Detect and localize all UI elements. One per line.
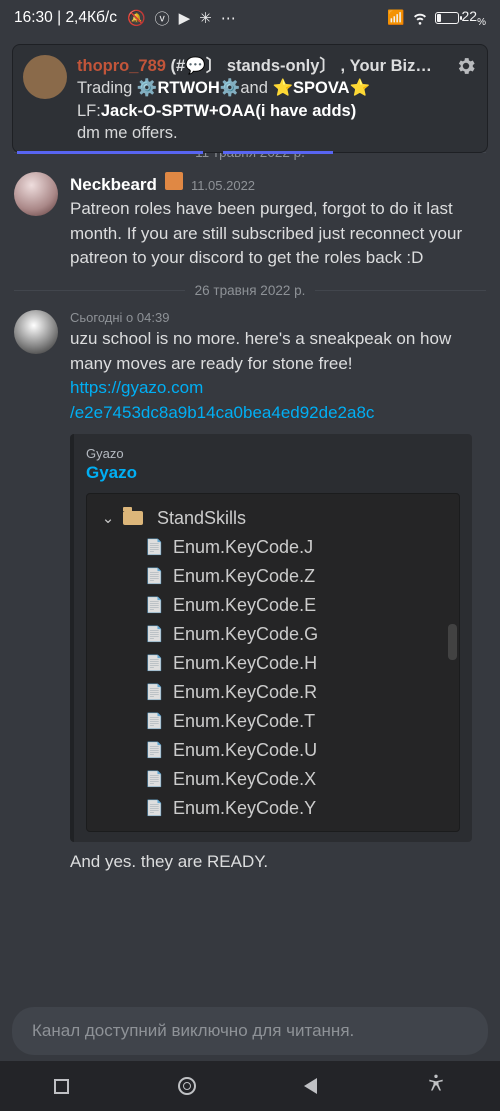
tree-item-label: Enum.KeyCode.G (173, 624, 318, 645)
nav-accessibility-button[interactable] (426, 1073, 446, 1099)
script-icon: 📄 (145, 625, 165, 643)
avatar[interactable] (23, 55, 67, 99)
status-time: 16:30 | 2,4Кб/с (14, 9, 117, 27)
message-link[interactable]: https://gyazo.com/e2e7453dc8a9b14ca0bea4… (70, 376, 486, 425)
date-divider: 26 травня 2022 р. (14, 283, 486, 298)
scrollbar-thumb (448, 624, 457, 660)
battery-indicator: 22% (435, 8, 486, 28)
star-icon: ✳ (199, 9, 212, 27)
signal-icon: 📶 (387, 9, 404, 26)
quoted-message-card[interactable]: thopro_789 (#💬〕 stands-only〕 , Your Biz…… (12, 44, 488, 153)
message-timestamp: Сьогодні о 04:39 (70, 310, 169, 325)
embed-card[interactable]: Gyazo Gyazo ⌄ StandSkills 📄 Enum.KeyCode.… (70, 434, 472, 842)
tree-item-row: 📄 Enum.KeyCode.H (95, 649, 451, 678)
gear-icon[interactable] (455, 55, 477, 144)
quoted-line4: dm me offers. (77, 122, 445, 144)
script-icon: 📄 (145, 596, 165, 614)
folder-icon (123, 511, 143, 525)
tree-item-label: Enum.KeyCode.H (173, 653, 317, 674)
message[interactable]: Neckbeard 11.05.2022 Patreon roles have … (0, 164, 500, 275)
message-text: And yes. they are READY. (70, 850, 486, 875)
quoted-channels: (#💬〕 stands-only〕 , Your Biz… (171, 57, 432, 75)
tree-item-label: Enum.KeyCode.Y (173, 798, 316, 819)
tree-item-row: 📄 Enum.KeyCode.Y (95, 794, 451, 823)
nav-home-button[interactable] (178, 1077, 196, 1095)
system-navbar (0, 1061, 500, 1111)
tree-item-row: 📄 Enum.KeyCode.E (95, 591, 451, 620)
tree-item-row: 📄 Enum.KeyCode.Z (95, 562, 451, 591)
script-icon: 📄 (145, 683, 165, 701)
tree-item-row: 📄 Enum.KeyCode.T (95, 707, 451, 736)
bell-off-icon: 🔕 (127, 9, 146, 27)
chevron-down-icon: ⌄ (101, 509, 115, 527)
message-text: Patreon roles have been purged, forgot t… (70, 197, 486, 271)
input-placeholder: Канал доступний виключно для читання. (32, 1021, 354, 1041)
tree-item-row: 📄 Enum.KeyCode.R (95, 678, 451, 707)
avatar[interactable] (14, 310, 58, 354)
tree-item-label: Enum.KeyCode.J (173, 537, 313, 558)
tree-item-label: Enum.KeyCode.X (173, 769, 316, 790)
tree-item-label: Enum.KeyCode.T (173, 711, 315, 732)
script-icon: 📄 (145, 538, 165, 556)
embed-image[interactable]: ⌄ StandSkills 📄 Enum.KeyCode.J 📄 Enum.KeyCo… (86, 493, 460, 832)
wifi-icon (412, 10, 428, 26)
script-icon: 📄 (145, 712, 165, 730)
tree-item-label: Enum.KeyCode.R (173, 682, 317, 703)
tree-item-label: Enum.KeyCode.E (173, 595, 316, 616)
loading-bar (13, 151, 487, 154)
script-icon: 📄 (145, 741, 165, 759)
script-icon: 📄 (145, 799, 165, 817)
youtube-icon: ▶ (179, 9, 191, 27)
more-icon: ⋯ (221, 9, 236, 27)
nav-back-button[interactable] (304, 1078, 317, 1094)
tree-item-row: 📄 Enum.KeyCode.U (95, 736, 451, 765)
message-author[interactable]: Neckbeard (70, 175, 157, 195)
tree-folder-row: ⌄ StandSkills (95, 504, 451, 533)
message-text: uzu school is no more. here's a sneakpea… (70, 327, 486, 376)
avatar[interactable] (14, 172, 58, 216)
script-icon: 📄 (145, 567, 165, 585)
tree-item-row: 📄 Enum.KeyCode.X (95, 765, 451, 794)
tree-item-row: 📄 Enum.KeyCode.J (95, 533, 451, 562)
viber-icon: ⓥ (155, 8, 170, 29)
nav-recent-button[interactable] (54, 1079, 69, 1094)
quoted-author[interactable]: thopro_789 (77, 57, 166, 75)
status-bar: 16:30 | 2,4Кб/с 🔕 ⓥ ▶ ✳ ⋯ 📶 22% (0, 0, 500, 36)
author-badge-icon (165, 172, 183, 190)
tree-item-label: Enum.KeyCode.U (173, 740, 317, 761)
message[interactable]: Сьогодні о 04:39 uzu school is no more. … (0, 302, 500, 878)
folder-label: StandSkills (157, 508, 246, 529)
script-icon: 📄 (145, 654, 165, 672)
message-timestamp: 11.05.2022 (191, 178, 255, 193)
embed-title[interactable]: Gyazo (86, 463, 460, 483)
tree-item-label: Enum.KeyCode.Z (173, 566, 315, 587)
tree-item-row: 📄 Enum.KeyCode.G (95, 620, 451, 649)
embed-provider: Gyazo (86, 446, 460, 461)
script-icon: 📄 (145, 770, 165, 788)
chat-input-readonly: Канал доступний виключно для читання. (12, 1007, 488, 1055)
